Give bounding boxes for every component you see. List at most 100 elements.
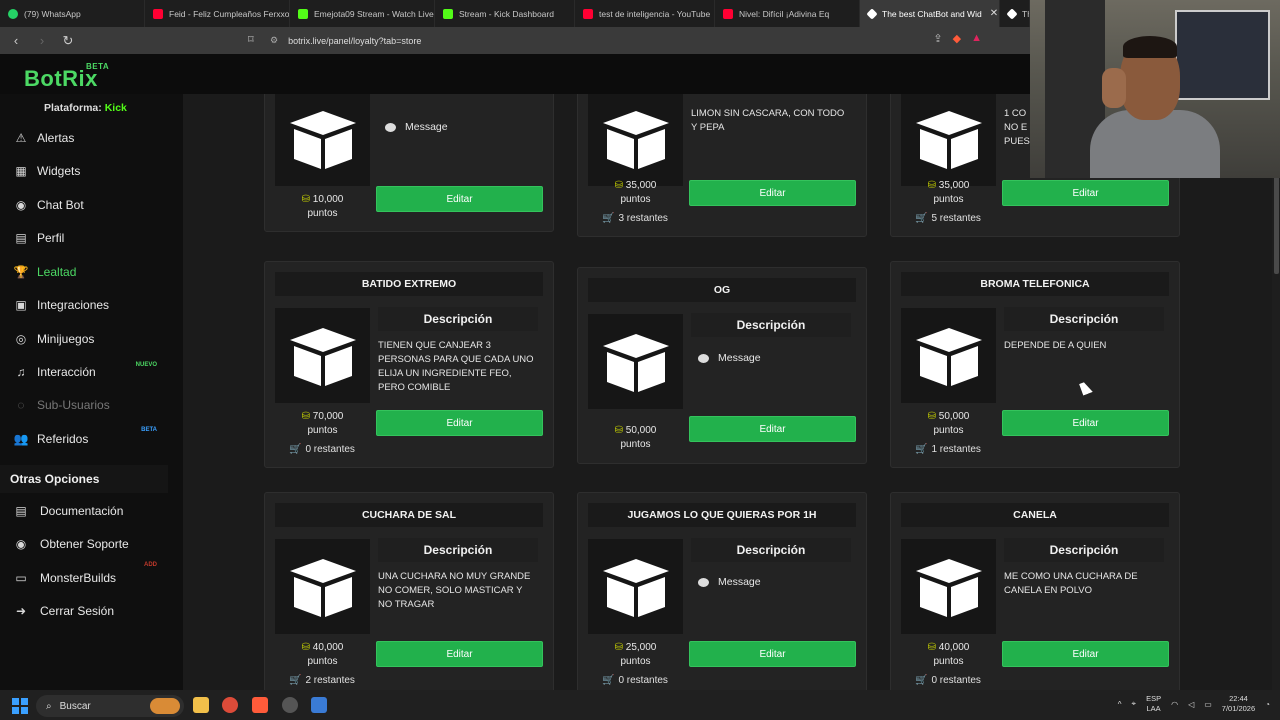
edit-button[interactable]: Editar xyxy=(1002,180,1169,206)
sidebar-item-minijuegos[interactable]: ◎ Minijuegos xyxy=(0,323,183,355)
new-badge: NUEVO xyxy=(135,362,157,368)
sidebar-item-soporte[interactable]: ◉ Obtener Soporte xyxy=(0,528,183,560)
youtube-icon xyxy=(583,8,593,19)
sidebar-item-chat-bot[interactable]: ◉ Chat Bot xyxy=(0,189,183,221)
sidebar-item-integraciones[interactable]: ▣ Integraciones xyxy=(0,289,183,321)
sidebar-item-label: Alertas xyxy=(37,131,75,145)
reward-title: CANELA xyxy=(901,503,1169,527)
description-text: TIENEN QUE CANJEAR 3 PERSONAS PARA QUE C… xyxy=(378,340,534,393)
remaining-count: 🛒 0 restantes xyxy=(588,675,708,686)
whatsapp-icon xyxy=(8,8,18,19)
site-settings-icon[interactable]: ⚙ xyxy=(270,35,278,46)
sidebar-item-label: Interacción xyxy=(37,365,96,379)
price-value: 35,000 xyxy=(625,180,657,191)
sidebar-item-lealtad[interactable]: 🏆 Lealtad xyxy=(0,256,183,288)
brave-rewards-icon[interactable]: ▲ xyxy=(971,32,982,45)
share-icon[interactable]: ⇪ xyxy=(933,32,942,45)
description-text: DEPENDE DE A QUIEN xyxy=(1004,340,1107,351)
edit-button[interactable]: Editar xyxy=(689,416,856,442)
bookmark-icon[interactable]: ⌑ xyxy=(248,33,254,46)
coins-icon: ⛁ xyxy=(927,411,936,422)
back-icon[interactable]: ‹ xyxy=(6,33,26,48)
edit-button[interactable]: Editar xyxy=(1002,641,1169,667)
edit-button[interactable]: Editar xyxy=(376,410,543,436)
scrollbar[interactable] xyxy=(1272,94,1280,690)
cart-icon: 🛒 xyxy=(915,675,928,686)
brave-icon[interactable] xyxy=(252,697,268,713)
remaining-count: 🛒 0 restantes xyxy=(901,675,1021,686)
scrollbar-thumb[interactable] xyxy=(1274,174,1279,274)
message-text: Message xyxy=(718,352,761,364)
tab-overflow[interactable]: Th xyxy=(1000,0,1030,27)
url-field[interactable]: ⚙ botrix.live/panel/loyalty?tab=store xyxy=(270,31,990,50)
calculator-icon[interactable] xyxy=(311,697,327,713)
support-icon: ◉ xyxy=(15,537,27,551)
remaining-text: 1 restantes xyxy=(931,444,981,455)
battery-icon[interactable]: ▭ xyxy=(1204,700,1212,709)
edit-button[interactable]: Editar xyxy=(376,186,543,212)
sidebar-item-documentacion[interactable]: ▤ Documentación xyxy=(0,495,183,527)
tab-kick-dashboard[interactable]: Stream - Kick Dashboard xyxy=(435,0,575,27)
edit-button[interactable]: Editar xyxy=(376,641,543,667)
reward-card: BROMA TELEFONICA Descripción DEPENDE DE … xyxy=(890,261,1180,468)
notification-bell-icon[interactable]: ◔ xyxy=(1265,700,1270,709)
address-bar: ‹ › ↻ ⌑ ⚙ botrix.live/panel/loyalty?tab=… xyxy=(0,27,1030,54)
tab-youtube-feid[interactable]: Feid - Feliz Cumpleaños Ferxxo xyxy=(145,0,290,27)
edit-button[interactable]: Editar xyxy=(689,180,856,206)
sidebar-item-interaccion[interactable]: ♫ Interacción NUEVO xyxy=(0,356,183,388)
obs-icon[interactable] xyxy=(282,697,298,713)
remaining-count: 🛒 3 restantes xyxy=(588,213,708,224)
sidebar-item-monsterbuilds[interactable]: ▭ MonsterBuilds ADD xyxy=(0,562,183,594)
location-icon[interactable]: ⌖ xyxy=(1132,699,1137,709)
coins-icon: ⛁ xyxy=(614,180,623,191)
cart-icon: 🛒 xyxy=(602,213,615,224)
reload-icon[interactable]: ↻ xyxy=(58,33,78,49)
reward-card: OG Descripción Message ⛁ 50,000 puntos Ed… xyxy=(577,267,867,464)
webcam-person-hair xyxy=(1123,36,1177,58)
cart-icon: 🛒 xyxy=(915,444,928,455)
chevron-up-icon[interactable]: ^ xyxy=(1118,700,1122,709)
sidebar-item-sub-usuarios[interactable]: ◌ Sub-Usuarios xyxy=(0,389,183,421)
speaker-icon[interactable]: ◁ xyxy=(1188,700,1194,709)
price-value: 50,000 xyxy=(938,411,970,422)
taskbar-search[interactable]: ⌕ Buscar xyxy=(36,695,184,717)
close-tab-icon[interactable]: ✕ xyxy=(990,8,998,19)
edit-button[interactable]: Editar xyxy=(689,641,856,667)
tab-kick-stream[interactable]: Emejota09 Stream - Watch Live xyxy=(290,0,435,27)
language-indicator[interactable]: ESP LAA xyxy=(1146,694,1161,714)
reward-title: JUGAMOS LO QUE QUIERAS POR 1H xyxy=(588,503,856,527)
botrix-logo[interactable]: BotRix BETA xyxy=(24,62,109,92)
cart-icon: 🛒 xyxy=(289,675,302,686)
chat-bubble-icon xyxy=(698,577,709,587)
price-value: 10,000 xyxy=(312,194,344,205)
chrome-icon[interactable] xyxy=(222,697,238,713)
edit-button[interactable]: Editar xyxy=(1002,410,1169,436)
wifi-icon[interactable]: ◠ xyxy=(1171,700,1178,709)
trophy-icon: 🏆 xyxy=(13,265,29,279)
sidebar-item-cerrar-sesion[interactable]: ➜ Cerrar Sesión xyxy=(0,595,183,627)
remaining-count: 🛒 5 restantes xyxy=(901,213,1021,224)
tab-botrix-active[interactable]: The best ChatBot and Wid ✕ xyxy=(860,0,1000,27)
tab-whatsapp[interactable]: (79) WhatsApp xyxy=(0,0,145,27)
reward-card: JUGAMOS LO QUE QUIERAS POR 1H Descripció… xyxy=(577,492,867,690)
remaining-text: 2 restantes xyxy=(305,675,355,686)
add-badge: ADD xyxy=(144,562,157,568)
sidebar-item-perfil[interactable]: ▤ Perfil xyxy=(0,222,183,254)
webcam-person-hand xyxy=(1102,68,1126,108)
brave-shields-icon[interactable]: ◆ xyxy=(953,32,961,45)
tab-label: The best ChatBot and Wid xyxy=(882,8,982,19)
tab-youtube-nivel[interactable]: Nivel: Difícil ¡Adivina Eq xyxy=(715,0,860,27)
tab-youtube-test[interactable]: test de inteligencia - YouTube xyxy=(575,0,715,27)
sidebar-item-referidos[interactable]: 👥 Referidos BETA xyxy=(0,423,183,455)
clock[interactable]: 22:44 7/01/2026 xyxy=(1222,694,1255,714)
grid-icon: ▦ xyxy=(15,164,27,178)
sidebar-item-label: Minijuegos xyxy=(37,332,95,346)
file-explorer-icon[interactable] xyxy=(193,697,209,713)
section-title-otras-opciones: Otras Opciones xyxy=(0,465,168,493)
sidebar-item-alertas[interactable]: ⚠ Alertas xyxy=(0,122,183,154)
forward-icon[interactable]: › xyxy=(32,33,52,48)
price-unit: puntos xyxy=(307,425,338,436)
remaining-text: 0 restantes xyxy=(305,444,355,455)
windows-start-icon[interactable] xyxy=(12,698,28,714)
sidebar-item-widgets[interactable]: ▦ Widgets xyxy=(0,155,183,187)
